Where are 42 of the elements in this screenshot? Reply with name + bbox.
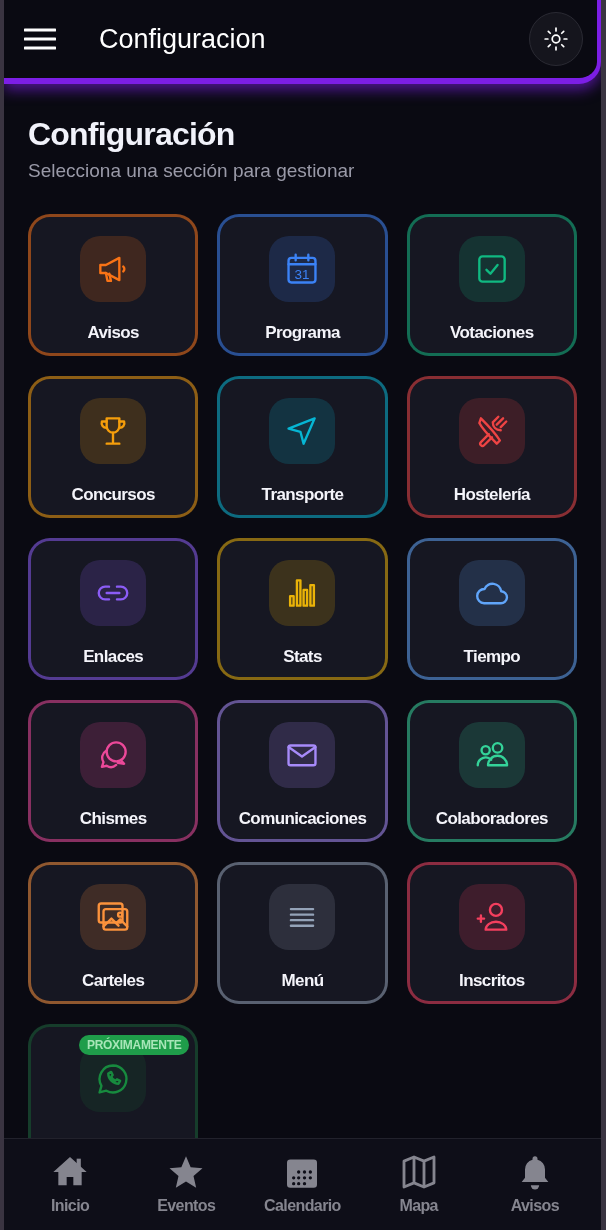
section-card[interactable]: Concursos [28,376,199,518]
section-label: Chismes [79,808,147,830]
section-label: Avisos [87,322,139,344]
section-card[interactable]: Enlaces [28,538,199,680]
section-label: Transporte [261,484,344,506]
section-card[interactable]: Chismes [28,700,199,842]
theme-toggle-button[interactable] [529,12,583,66]
section-card[interactable]: Tiempo [406,538,577,680]
section-label: Votaciones [450,322,534,344]
nav-tab[interactable]: Mapa [368,1151,469,1218]
section-label: Menú [281,970,324,992]
section-label: Tiempo [463,646,521,668]
section-label: Stats [283,646,322,668]
page-subtitle: Selecciona una sección para gestionar [28,159,356,183]
section-card[interactable]: Colaboradores [406,700,577,842]
coming-soon-badge: PRÓXIMAMENTE [79,1035,190,1055]
section-card[interactable]: Hostelería [406,376,577,518]
section-label: Concursos [71,484,155,506]
section-label: Comunicaciones [238,808,367,830]
nav-tab[interactable]: Calendario [252,1151,353,1218]
section-card[interactable]: Transporte [217,376,388,518]
nav-tab[interactable]: Eventos [136,1151,237,1218]
header-title: Configuracion [99,22,267,56]
section-label: Colaboradores [435,808,548,830]
section-card[interactable]: Inscritos [406,862,577,1004]
section-card[interactable]: Stats [217,538,388,680]
nav-tab[interactable]: Inicio [20,1151,121,1218]
section-label: Inscritos [459,970,525,992]
page-title: Configuración [28,115,236,154]
section-card[interactable]: Comunicaciones [217,700,388,842]
section-card[interactable]: Carteles [28,862,199,1004]
section-card[interactable]: Menú [217,862,388,1004]
nav-tab[interactable]: Avisos [484,1151,585,1218]
sun-icon [543,26,569,52]
section-label: Programa [265,322,340,344]
section-label: Enlaces [83,646,144,668]
section-card[interactable]: 31 Programa [217,214,388,356]
section-card[interactable]: Avisos [28,214,199,356]
section-label: Carteles [82,970,145,992]
section-label: Hostelería [453,484,530,506]
menu-icon[interactable] [24,28,56,50]
section-card[interactable]: Votaciones [406,214,577,356]
